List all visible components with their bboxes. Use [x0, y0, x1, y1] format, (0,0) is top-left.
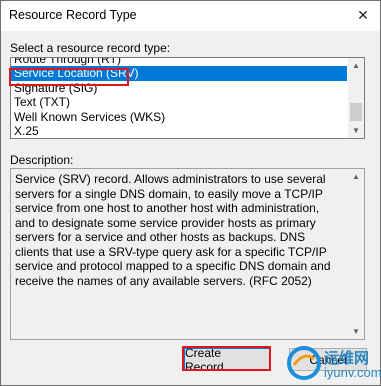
record-type-items: Route Through (RT) Service Location (SRV…: [11, 58, 347, 138]
description-text: Service (SRV) record. Allows administrat…: [15, 172, 331, 288]
list-scrollbar[interactable]: ▲ ▼: [348, 58, 364, 138]
title-bar: Resource Record Type ✕: [1, 1, 380, 31]
description-scrollbar[interactable]: ▲ ▼: [348, 169, 364, 339]
site-watermark: 运维网 iyunv.com: [284, 341, 381, 385]
description-label: Description:: [10, 153, 74, 167]
close-icon: ✕: [357, 6, 369, 23]
watermark-url: iyunv.com: [324, 365, 381, 380]
list-item[interactable]: Signature (SIG): [11, 81, 347, 95]
scroll-thumb[interactable]: [350, 103, 362, 121]
list-item[interactable]: Route Through (RT): [11, 58, 347, 66]
record-type-listbox[interactable]: Route Through (RT) Service Location (SRV…: [10, 57, 365, 139]
create-record-button[interactable]: Create Record...: [184, 346, 270, 374]
resource-record-type-dialog: Resource Record Type ✕ Select a resource…: [0, 0, 381, 386]
scroll-up-icon[interactable]: ▲: [348, 169, 364, 184]
description-box: Service (SRV) record. Allows administrat…: [10, 168, 365, 340]
close-button[interactable]: ✕: [350, 3, 376, 27]
window-title: Resource Record Type: [9, 8, 137, 22]
scroll-down-icon[interactable]: ▼: [348, 324, 364, 339]
record-type-label: Select a resource record type:: [10, 41, 171, 55]
scroll-up-icon[interactable]: ▲: [348, 58, 364, 73]
list-item[interactable]: Text (TXT): [11, 95, 347, 109]
list-item[interactable]: X.25: [11, 124, 347, 138]
watermark-logo-icon: [287, 346, 321, 380]
scroll-down-icon[interactable]: ▼: [348, 123, 364, 138]
list-item-selected[interactable]: Service Location (SRV): [11, 66, 347, 81]
list-item[interactable]: Well Known Services (WKS): [11, 110, 347, 124]
